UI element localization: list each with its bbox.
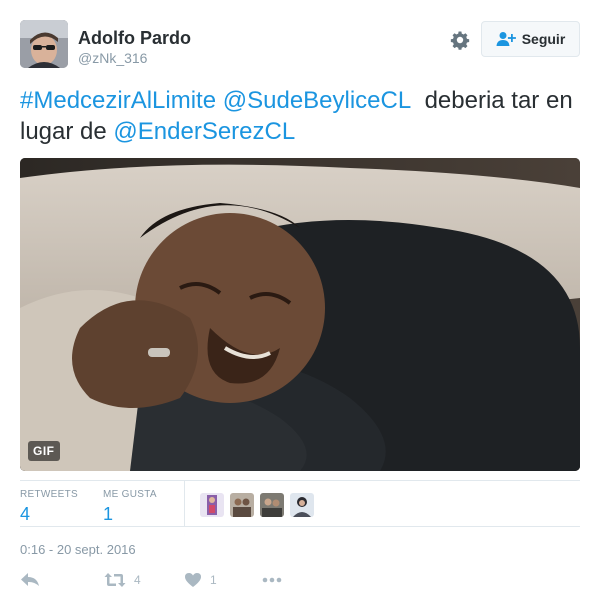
retweet-button[interactable]: 4 bbox=[104, 572, 141, 588]
add-user-icon bbox=[496, 32, 516, 46]
user-handle[interactable]: @zNk_316 bbox=[78, 50, 191, 66]
gif-image bbox=[20, 158, 580, 471]
follow-button-label: Seguir bbox=[521, 31, 566, 47]
tweet-header: Adolfo Pardo @zNk_316 Seguir bbox=[20, 20, 580, 70]
likes-count: 1 bbox=[103, 504, 114, 524]
likes-label: ME GUSTA bbox=[103, 489, 157, 500]
heart-icon bbox=[185, 573, 201, 587]
follow-button[interactable]: Seguir bbox=[481, 21, 580, 57]
liker-avatar[interactable] bbox=[290, 493, 314, 517]
liker-avatars bbox=[200, 493, 314, 517]
retweet-count: 4 bbox=[134, 573, 141, 587]
like-button[interactable]: 1 bbox=[184, 572, 217, 588]
more-icon bbox=[262, 577, 282, 583]
retweet-icon bbox=[104, 573, 126, 587]
like-count: 1 bbox=[210, 573, 217, 587]
liker-avatar[interactable] bbox=[200, 493, 224, 517]
tweet-actions: 4 1 bbox=[20, 572, 420, 594]
gear-icon[interactable] bbox=[448, 28, 472, 52]
mention-link-2[interactable]: @EnderSerezCL bbox=[113, 118, 295, 145]
likes-stat[interactable]: ME GUSTA 1 bbox=[103, 489, 157, 525]
tweet-stats: RETWEETS 4 ME GUSTA 1 bbox=[20, 480, 580, 527]
gif-media[interactable]: GIF bbox=[20, 158, 580, 471]
retweets-count: 4 bbox=[20, 504, 31, 524]
user-fullname[interactable]: Adolfo Pardo bbox=[78, 28, 191, 48]
liker-avatar[interactable] bbox=[260, 493, 284, 517]
liker-avatar[interactable] bbox=[230, 493, 254, 517]
retweets-stat[interactable]: RETWEETS 4 bbox=[20, 489, 78, 525]
user-names: Adolfo Pardo @zNk_316 bbox=[78, 28, 191, 66]
retweets-label: RETWEETS bbox=[20, 489, 78, 500]
more-button[interactable] bbox=[261, 572, 283, 588]
mention-link-1[interactable]: @SudeBeyliceCL bbox=[223, 87, 411, 114]
gif-badge: GIF bbox=[28, 441, 60, 461]
avatar[interactable] bbox=[20, 20, 68, 68]
tweet-text: #MedcezirAlLimite @SudeBeyliceCL deberia… bbox=[20, 85, 590, 147]
hashtag-link[interactable]: #MedcezirAlLimite bbox=[20, 87, 216, 114]
tweet-timestamp[interactable]: 0:16 - 20 sept. 2016 bbox=[20, 542, 136, 557]
reply-icon bbox=[21, 573, 39, 586]
stats-divider bbox=[184, 481, 185, 527]
reply-button[interactable] bbox=[20, 572, 40, 588]
